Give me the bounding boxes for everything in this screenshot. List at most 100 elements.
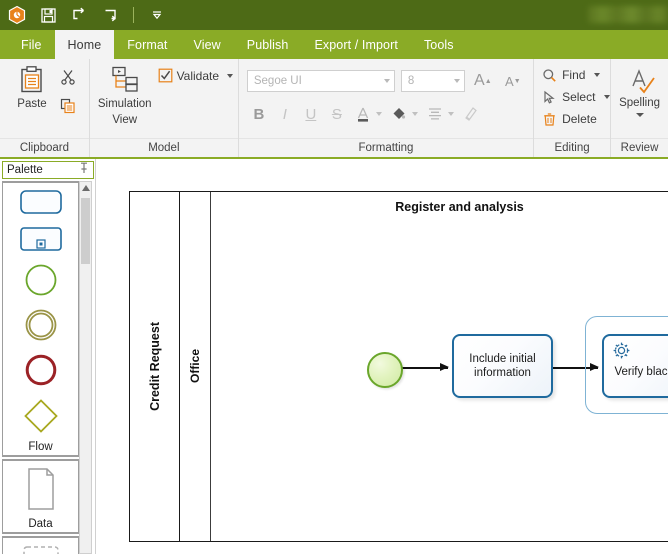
font-size-select[interactable]: 8 xyxy=(400,70,465,92)
find-label: Find xyxy=(562,68,586,82)
palette-title: Palette xyxy=(7,164,43,176)
pool-credit-request[interactable]: Credit Request Office Register and analy… xyxy=(129,191,668,542)
fill-color-chevron-down-icon[interactable] xyxy=(411,112,418,116)
palette-shape-subprocess[interactable] xyxy=(19,226,63,257)
font-name-chevron-down-icon xyxy=(383,79,390,83)
tab-home[interactable]: Home xyxy=(54,30,115,59)
palette-shape-data-object[interactable] xyxy=(23,467,59,516)
diagram-canvas[interactable]: Credit Request Office Register and analy… xyxy=(95,159,668,554)
paste-icon xyxy=(21,66,42,93)
customize-qat-icon[interactable] xyxy=(146,4,168,26)
task-label: Include initial information xyxy=(469,353,536,379)
font-color-button[interactable] xyxy=(351,102,375,126)
fill-color-button[interactable] xyxy=(387,102,411,126)
spelling-chevron-down-icon[interactable] xyxy=(635,113,644,117)
pin-icon[interactable] xyxy=(79,161,89,179)
copy-button[interactable] xyxy=(60,98,76,119)
palette-shape-gateway[interactable] xyxy=(23,398,59,439)
fill-color-icon xyxy=(393,108,405,119)
lane-title-label: Office xyxy=(188,349,202,384)
ribbon-tab-bar: File Home Format View Publish Export / I… xyxy=(0,30,668,59)
strikethrough-button[interactable]: S xyxy=(325,102,349,126)
validate-button[interactable]: Validate xyxy=(158,68,234,83)
ribbon: Paste Clipboard Simulation View Validate… xyxy=(0,59,668,159)
quick-access-toolbar xyxy=(6,0,168,30)
grow-font-label: A xyxy=(474,72,485,89)
simulation-view-button[interactable]: Simulation View xyxy=(98,65,152,127)
ribbon-group-review: Spelling Review xyxy=(610,59,668,157)
palette-section-label-data: Data xyxy=(28,518,53,530)
search-icon xyxy=(543,68,556,82)
simulation-label-line2: View xyxy=(112,114,138,126)
validate-chevron-down-icon[interactable] xyxy=(227,73,234,78)
gear-icon xyxy=(612,341,631,364)
font-name-value: Segoe UI xyxy=(253,75,302,87)
find-button[interactable]: Find xyxy=(542,64,601,86)
shrink-font-label: A xyxy=(505,73,514,89)
task-include-initial-information[interactable]: Include initial information xyxy=(452,334,553,398)
palette-shape-group[interactable] xyxy=(21,544,61,554)
align-icon xyxy=(428,108,441,120)
lane-office[interactable]: Office xyxy=(180,192,211,541)
grow-font-button[interactable]: A ▲ xyxy=(471,69,495,93)
undo-icon[interactable] xyxy=(68,4,90,26)
font-color-chevron-down-icon[interactable] xyxy=(375,112,382,116)
shrink-font-button[interactable]: A ▼ xyxy=(501,69,525,93)
save-icon[interactable] xyxy=(37,4,59,26)
delete-label: Delete xyxy=(562,112,597,126)
spelling-button[interactable]: Spelling xyxy=(619,67,660,117)
start-event[interactable] xyxy=(367,352,403,388)
clipboard-group-label: Clipboard xyxy=(0,138,89,157)
palette-shape-task[interactable] xyxy=(19,189,63,220)
format-painter-button[interactable] xyxy=(459,102,483,126)
redo-icon[interactable] xyxy=(99,4,121,26)
ribbon-group-editing: Find Select Delete Editing xyxy=(533,59,611,157)
application-window: File Home Format View Publish Export / I… xyxy=(0,0,668,554)
align-button[interactable] xyxy=(423,102,447,126)
pool-title-label: Credit Request xyxy=(147,322,162,411)
tab-tools[interactable]: Tools xyxy=(411,30,467,59)
sequence-flow-1[interactable] xyxy=(402,363,449,371)
validate-check-icon xyxy=(158,68,172,83)
palette-section-data: Data xyxy=(2,459,79,534)
font-color-icon xyxy=(357,107,368,122)
task-verify-black-list[interactable]: Verify black list xyxy=(602,334,668,398)
delete-button[interactable]: Delete xyxy=(542,108,597,130)
palette-section-artifacts xyxy=(2,536,79,554)
font-name-select[interactable]: Segoe UI xyxy=(246,70,395,92)
palette-scrollbar[interactable] xyxy=(79,181,92,554)
scroll-up-arrow-icon[interactable] xyxy=(82,185,90,191)
spelling-label: Spelling xyxy=(619,97,660,109)
select-label: Select xyxy=(562,90,596,104)
tab-export-import[interactable]: Export / Import xyxy=(301,30,410,59)
scissors-icon xyxy=(61,70,75,85)
underline-button[interactable]: U xyxy=(299,102,323,126)
app-menu-button[interactable] xyxy=(6,4,28,26)
font-size-chevron-down-icon xyxy=(453,79,460,83)
format-painter-icon xyxy=(465,107,477,121)
validate-label: Validate xyxy=(176,68,220,83)
spelling-icon xyxy=(631,69,655,94)
scrollbar-thumb[interactable] xyxy=(81,198,90,264)
palette-section-flow: Flow xyxy=(2,181,79,457)
tab-view[interactable]: View xyxy=(180,30,233,59)
ribbon-group-model: Simulation View Validate Model xyxy=(88,59,238,157)
cut-button[interactable] xyxy=(60,69,76,90)
review-group-label: Review xyxy=(611,138,668,157)
paste-button[interactable]: Paste xyxy=(8,65,56,110)
palette-shape-intermediate-event[interactable] xyxy=(24,308,58,347)
paste-label: Paste xyxy=(17,98,47,110)
tab-file[interactable]: File xyxy=(8,30,55,59)
palette-header: Palette xyxy=(2,161,94,179)
palette-shape-end-event[interactable] xyxy=(24,353,58,392)
italic-button[interactable]: I xyxy=(273,102,297,126)
select-button[interactable]: Select xyxy=(542,86,611,108)
palette-shape-start-event[interactable] xyxy=(24,263,58,302)
bold-button[interactable]: B xyxy=(247,102,271,126)
tab-format[interactable]: Format xyxy=(114,30,180,59)
tab-publish[interactable]: Publish xyxy=(234,30,302,59)
align-chevron-down-icon[interactable] xyxy=(447,112,454,116)
window-title xyxy=(588,6,668,23)
font-size-value: 8 xyxy=(407,75,415,87)
find-chevron-down-icon[interactable] xyxy=(594,73,601,77)
